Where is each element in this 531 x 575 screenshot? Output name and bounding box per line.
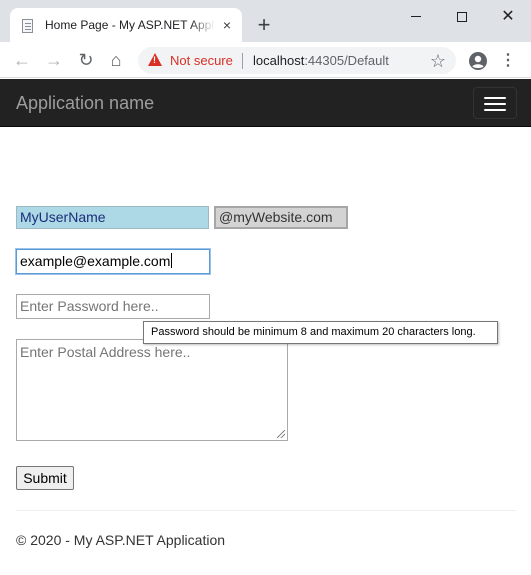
- email-input[interactable]: example@example.com: [16, 249, 210, 274]
- password-input[interactable]: Enter Password here..: [16, 294, 210, 319]
- maximize-button[interactable]: [442, 4, 482, 30]
- postal-address-textarea[interactable]: Enter Postal Address here..: [16, 339, 288, 441]
- tab-title: Home Page - My ASP.NET Application: [45, 18, 215, 32]
- close-window-button[interactable]: ✕: [488, 4, 528, 30]
- url-text[interactable]: localhost:44305/Default: [253, 53, 389, 68]
- address-placeholder: Enter Postal Address here..: [20, 344, 191, 360]
- browser-tab-active[interactable]: Home Page - My ASP.NET Application ×: [10, 8, 242, 42]
- url-port-path: :44305/Default: [304, 53, 389, 68]
- home-icon[interactable]: ⌂: [104, 48, 128, 72]
- navbar-brand[interactable]: Application name: [16, 93, 154, 114]
- minimize-icon: [411, 16, 421, 18]
- text-caret: [171, 253, 173, 268]
- forward-arrow-icon[interactable]: →: [42, 48, 66, 72]
- browser-toolbar: ← → ↻ ⌂ Not secure localhost:44305/Defau…: [0, 42, 531, 78]
- resize-grip-icon[interactable]: [277, 430, 285, 438]
- hamburger-bar-icon: [484, 103, 506, 105]
- maximize-icon: [457, 11, 467, 22]
- footer-text: © 2020 - My ASP.NET Application: [16, 532, 226, 548]
- domain-suffix-field: @myWebsite.com: [214, 206, 348, 229]
- url-host: localhost: [253, 53, 305, 68]
- password-tooltip: Password should be minimum 8 and maximum…: [143, 321, 498, 344]
- omnibox-divider: [242, 53, 243, 69]
- app-navbar: Application name: [0, 79, 531, 127]
- tab-close-icon[interactable]: ×: [218, 16, 236, 34]
- navbar-toggle-button[interactable]: [473, 87, 517, 119]
- back-arrow-icon[interactable]: ←: [10, 48, 34, 72]
- email-value: example@example.com: [20, 253, 171, 269]
- address-bar[interactable]: Not secure localhost:44305/Default: [138, 47, 456, 74]
- minimize-button[interactable]: [396, 4, 436, 30]
- profile-avatar-icon[interactable]: [468, 51, 488, 71]
- username-input[interactable]: MyUserName: [16, 206, 209, 229]
- browser-menu-icon[interactable]: ⋮: [500, 51, 516, 71]
- hamburger-bar-icon: [484, 109, 506, 111]
- new-tab-button[interactable]: +: [253, 14, 275, 36]
- submit-button[interactable]: Submit: [16, 466, 74, 490]
- security-status-label[interactable]: Not secure: [170, 53, 233, 68]
- hamburger-bar-icon: [484, 97, 506, 99]
- footer-divider: [16, 510, 516, 511]
- warning-triangle-icon[interactable]: [148, 53, 162, 66]
- page-favicon-icon: [22, 19, 33, 33]
- browser-tab-strip: Home Page - My ASP.NET Application × + ✕: [0, 0, 531, 42]
- bookmark-star-icon[interactable]: ☆: [428, 51, 448, 71]
- reload-icon[interactable]: ↻: [74, 48, 98, 72]
